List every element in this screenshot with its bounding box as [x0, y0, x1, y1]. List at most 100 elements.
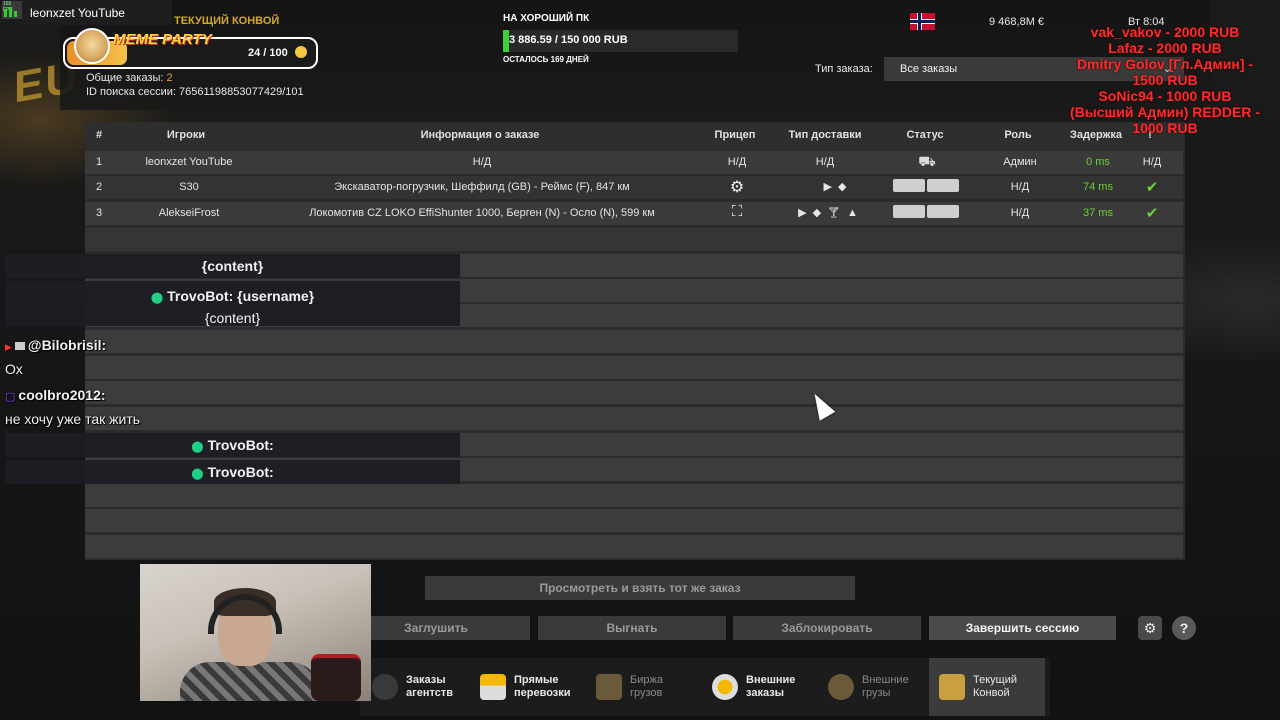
table-row[interactable]: 3 AlekseiFrost Локомотив CZ LOKO EffiShu… — [85, 202, 1183, 225]
nav-agency-orders[interactable]: Заказы агентств — [362, 658, 472, 716]
donation-list: vak_vakov - 2000 RUB Lafaz - 2000 RUB Dm… — [1070, 24, 1260, 136]
row-delivery: Н/Д — [815, 156, 835, 168]
truck-icon — [893, 205, 925, 218]
order-type-label: Тип заказа: — [815, 63, 873, 75]
chat-message: ▢ coolbro2012: не хочу уже так жить — [5, 387, 141, 427]
weight-icon: ▲ — [847, 207, 858, 219]
table-row[interactable]: 2 S30 Экскаватор-погрузчик, Шеффилд (GB)… — [85, 176, 1183, 199]
row-order: Экскаватор-погрузчик, Шеффилд (GB) - Рей… — [334, 181, 630, 193]
row-ping: 0 ms — [1086, 156, 1110, 168]
nav-direct-transport[interactable]: Прямые перевозки — [470, 658, 586, 716]
play-icon: ▶ — [823, 181, 832, 193]
order-type-value: Все заказы — [900, 63, 958, 75]
delivery-icons: ▶ ◆ 🍸︎ ▲ — [783, 206, 873, 219]
diamond-icon: ◆ — [838, 181, 847, 193]
row-role: Н/Д — [1010, 207, 1030, 219]
col-delivery-type: Тип доставки — [788, 129, 862, 141]
col-status: Статус — [906, 129, 944, 141]
fragile-icon: 🍸︎ — [827, 207, 841, 219]
play-icon: ▶ — [798, 207, 807, 219]
goal-amount: 3 886.59 / 150 000 RUB — [509, 34, 628, 46]
row-ready: Н/Д — [1142, 156, 1162, 168]
globe-cargo-icon — [828, 674, 854, 700]
nav-current-convoy[interactable]: Текущий Конвой — [929, 658, 1045, 716]
nav-freight-exchange[interactable]: Биржа грузов — [586, 658, 702, 716]
chat-message: ⬤ TrovoBot: — [5, 460, 460, 484]
block-button[interactable]: Заблокировать — [733, 616, 921, 640]
table-row[interactable]: 1 leonxzet YouTube Н/Д Н/Д Н/Д ⛟ Админ 0… — [85, 151, 1183, 174]
chat-message: ⬤ TrovoBot: — [5, 433, 460, 457]
row-number: 1 — [95, 156, 103, 168]
nav-external-orders[interactable]: Внешние заказы — [702, 658, 818, 716]
col-players: Игроки — [166, 129, 206, 141]
empty-row — [85, 509, 1183, 532]
table-header: # Игроки Информация о заказе Прицеп Тип … — [85, 122, 1185, 148]
end-session-button[interactable]: Завершить сессию — [929, 616, 1116, 640]
truck-icon — [893, 179, 925, 192]
goal-remaining: ОСТАЛОСЬ 169 ДНЕЙ — [503, 55, 589, 64]
help-button[interactable]: ? — [1172, 616, 1196, 640]
session-id: ID поиска сессии: 76561198853077429/101 — [86, 86, 304, 98]
doge-avatar-icon — [74, 28, 110, 64]
col-number: # — [95, 129, 103, 141]
fps-badge: 165 FPS — [2, 1, 22, 19]
chat-user: TrovoBot: — [207, 464, 274, 480]
chat-user: TrovoBot: — [207, 437, 274, 453]
empty-row — [85, 356, 1183, 379]
clock-icon — [372, 674, 398, 700]
forklift-icon — [596, 674, 622, 700]
empty-row — [85, 535, 1183, 558]
truck-icon — [927, 179, 959, 192]
row-ready-check: ✔ — [1145, 205, 1159, 222]
convoy-search-icon — [939, 674, 965, 700]
empty-row — [85, 381, 1183, 404]
empty-row — [85, 330, 1183, 353]
webcam-overlay — [140, 564, 371, 701]
col-trailer: Прицеп — [714, 129, 756, 141]
garage-status-icon: ⛟ — [918, 153, 936, 169]
goal-title: НА ХОРОШИЙ ПК — [503, 13, 590, 24]
col-role: Роль — [1004, 129, 1032, 141]
boxes-icon — [480, 674, 506, 700]
convoy-title: ТЕКУЩИЙ КОНВОЙ — [174, 15, 280, 27]
nav-external-cargo[interactable]: Внешние грузы — [818, 658, 930, 716]
chat-message: ⬤ TrovoBot: {username} {content} — [5, 281, 460, 326]
row-number: 3 — [95, 207, 103, 219]
meme-party-title: MEME PARTY — [113, 31, 212, 48]
col-order-info: Информация о заказе — [420, 129, 540, 141]
row-player: AlekseiFrost — [158, 207, 220, 219]
row-order: Локомотив CZ LOKO EffiShunter 1000, Берг… — [309, 207, 655, 219]
badge-icon — [14, 342, 25, 350]
row-player: S30 — [179, 181, 199, 193]
status-trucks — [891, 179, 961, 192]
settings-gear-icon[interactable]: ⚙ — [1138, 616, 1162, 640]
youtube-icon: ▶ — [5, 342, 12, 352]
globe-icon — [712, 674, 738, 700]
row-ping: 37 ms — [1083, 207, 1113, 219]
chat-user: ⬤ TrovoBot: {username} — [150, 288, 315, 304]
row-trailer: Н/Д — [727, 156, 747, 168]
view-take-order-button[interactable]: Просмотреть и взять тот же заказ — [425, 576, 855, 600]
chat-content: {content} — [201, 258, 264, 274]
truck-icon — [927, 205, 959, 218]
chat-message: {content} — [5, 254, 460, 278]
channel-bar: leonxzet YouTube — [22, 0, 172, 25]
meme-party-count: 24 / 100 — [248, 47, 288, 59]
goal-progress-bar: 3 886.59 / 150 000 RUB — [503, 30, 738, 52]
row-order: Н/Д — [472, 156, 492, 168]
delivery-icons: ▶ ◆ — [805, 180, 865, 193]
trovo-icon: ⬤ — [191, 468, 204, 480]
row-ping: 74 ms — [1083, 181, 1113, 193]
chat-message: ▶ @Bilobrisil: Ох — [5, 337, 107, 377]
row-role: Н/Д — [1010, 181, 1030, 193]
total-orders: Общие заказы: 2 — [86, 72, 173, 84]
row-role: Админ — [1003, 156, 1037, 168]
empty-row — [85, 484, 1183, 507]
twitch-icon: ▢ — [5, 391, 16, 403]
gear-trailer-icon: ⚙ — [729, 179, 745, 196]
empty-row — [85, 228, 1183, 251]
kick-button[interactable]: Выгнать — [538, 616, 726, 640]
trovo-icon: ⬤ — [150, 292, 164, 304]
money-balance: 9 468,8M € — [989, 16, 1045, 28]
status-trucks — [891, 205, 961, 218]
